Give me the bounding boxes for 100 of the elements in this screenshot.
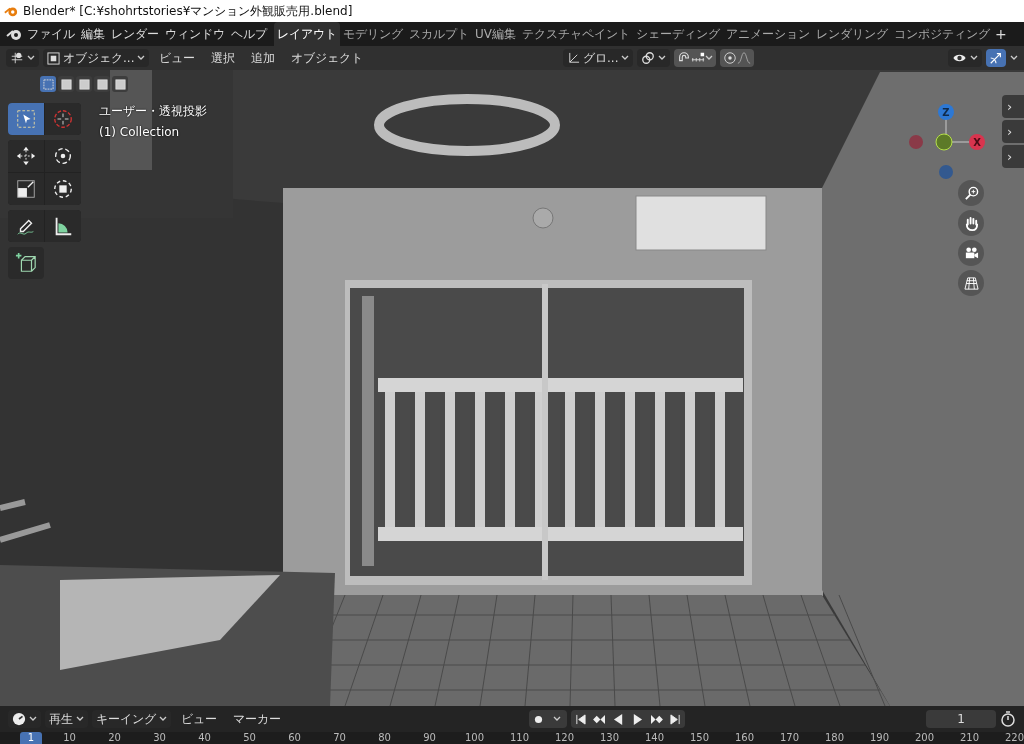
tool-button[interactable] (45, 140, 81, 172)
tool-button[interactable] (45, 210, 81, 242)
target-icon (723, 51, 738, 65)
play-reverse-icon (612, 713, 624, 725)
selection-mode-icon (78, 78, 90, 90)
magnifier-icon (963, 185, 979, 201)
chevron-down-icon (29, 716, 37, 722)
viewport-icon (10, 51, 24, 65)
workspace-tab[interactable]: スカルプト (406, 22, 472, 46)
current-frame-field[interactable]: 1 (926, 710, 996, 728)
frame-tick-label: 200 (913, 732, 936, 744)
camera-icon (963, 245, 979, 261)
frame-tick-label: 30 (152, 732, 167, 744)
tool-button[interactable] (8, 173, 44, 205)
frame-tick-label: 140 (643, 732, 666, 744)
workspace-tab[interactable]: UV編集 (472, 22, 519, 46)
chevron-down-icon (970, 55, 978, 61)
skip-start-icon (574, 713, 586, 725)
frame-tick-label: 80 (377, 732, 392, 744)
stopwatch-icon[interactable] (1000, 711, 1016, 727)
workspace-tab[interactable]: シェーディング (633, 22, 723, 46)
proportional-edit-toggle[interactable] (720, 49, 755, 67)
gizmo-toggle[interactable] (986, 49, 1006, 67)
chevron-down-icon (27, 55, 35, 61)
frame-tick-label: 210 (958, 732, 981, 744)
frame-tick-label: 190 (868, 732, 891, 744)
header-menu[interactable]: ビュー (153, 49, 202, 67)
frame-tick-label: 100 (463, 732, 486, 744)
next-keyframe-icon (649, 713, 663, 725)
frame-tick-label: 130 (598, 732, 621, 744)
menu-item[interactable]: レンダー (108, 25, 162, 43)
mode-dropdown[interactable]: オブジェク... (43, 49, 150, 67)
chevron-down-icon (621, 55, 630, 61)
select-mode-button[interactable] (94, 76, 110, 92)
editor-type-button[interactable] (6, 49, 39, 67)
select-box-icon (15, 108, 37, 130)
frame-tick-label: 170 (778, 732, 801, 744)
frame-tick-label: 150 (688, 732, 711, 744)
frame-tick-label: 160 (733, 732, 756, 744)
falloff-curve-icon (737, 51, 752, 65)
select-mode-button[interactable] (76, 76, 92, 92)
tool-button[interactable] (8, 140, 44, 172)
frame-tick-label: 50 (242, 732, 257, 744)
header-menu[interactable]: 追加 (245, 49, 282, 67)
snap-toggle[interactable] (674, 49, 717, 67)
faucet-drawing (0, 499, 53, 543)
vent-drawing (532, 207, 554, 229)
orientation-dropdown[interactable]: グロ... (563, 49, 634, 67)
header-menu[interactable]: 選択 (205, 49, 242, 67)
frame-tick-label: 90 (422, 732, 437, 744)
timeline-menu[interactable]: 再生 (45, 710, 88, 728)
workspace-tab[interactable]: テクスチャペイント (519, 22, 633, 46)
skip-end-icon (669, 713, 681, 725)
visibility-dropdown[interactable] (948, 49, 982, 67)
frame-tick-label: 60 (287, 732, 302, 744)
workspace-tab[interactable]: アニメーション (723, 22, 813, 46)
timeline-menu[interactable]: キーイング (92, 710, 171, 728)
playhead-frame-marker[interactable]: 1 (20, 732, 42, 744)
timeline-menu[interactable]: ビュー (175, 710, 223, 728)
record-dot-icon (533, 714, 543, 724)
chevron-down-icon (658, 55, 667, 61)
selection-mode-icon (96, 78, 108, 90)
timeline-menu[interactable]: マーカー (227, 710, 287, 728)
frame-tick-label: 220 (1003, 732, 1024, 744)
chevron-down-icon (553, 716, 561, 722)
link-icon (641, 51, 656, 65)
clock-icon (12, 712, 26, 726)
frame-tick-label: 110 (508, 732, 531, 744)
scale-icon (15, 178, 37, 200)
workspace-tab[interactable]: モデリング (340, 22, 406, 46)
frame-tick-label: 120 (553, 732, 576, 744)
editor-type-button[interactable] (8, 710, 41, 728)
select-mode-button[interactable] (112, 76, 128, 92)
hand-icon (963, 215, 979, 231)
menu-item[interactable]: ヘルプ (228, 25, 270, 43)
workspace-tab[interactable]: レンダリング (813, 22, 891, 46)
tool-button[interactable] (45, 173, 81, 205)
menu-item[interactable]: ファイル (24, 25, 78, 43)
add-cube-icon (15, 252, 37, 274)
sidebar-tab[interactable]: › (1002, 95, 1024, 118)
prev-keyframe-icon (592, 713, 606, 725)
workspace-tab[interactable]: レイアウト (274, 22, 340, 46)
axes-icon (567, 51, 580, 65)
sidebar-tab[interactable]: › (1002, 120, 1024, 143)
sidebar-tab[interactable]: › (1002, 145, 1024, 168)
menu-item[interactable]: 編集 (78, 25, 108, 43)
tool-button[interactable] (8, 210, 44, 242)
window-title: Blender* [C:¥shohrtstories¥マンション外観販売用.blend] (23, 2, 353, 20)
view-name: ユーザー・透視投影 (99, 103, 207, 120)
move-arrows-icon (15, 145, 37, 167)
workspace-tab[interactable]: コンポジティング (891, 22, 993, 46)
chevron-down-icon (137, 55, 146, 61)
header-menu[interactable]: オブジェクト (285, 49, 370, 67)
select-mode-button[interactable] (58, 76, 74, 92)
tool-button[interactable] (8, 247, 44, 279)
menu-item[interactable]: ウィンドウ (162, 25, 228, 43)
collection-label: (1) Collection (99, 125, 181, 139)
add-workspace-button[interactable]: + (993, 26, 1009, 42)
frame-tick-label: 70 (332, 732, 347, 744)
pivot-dropdown[interactable] (637, 49, 671, 67)
